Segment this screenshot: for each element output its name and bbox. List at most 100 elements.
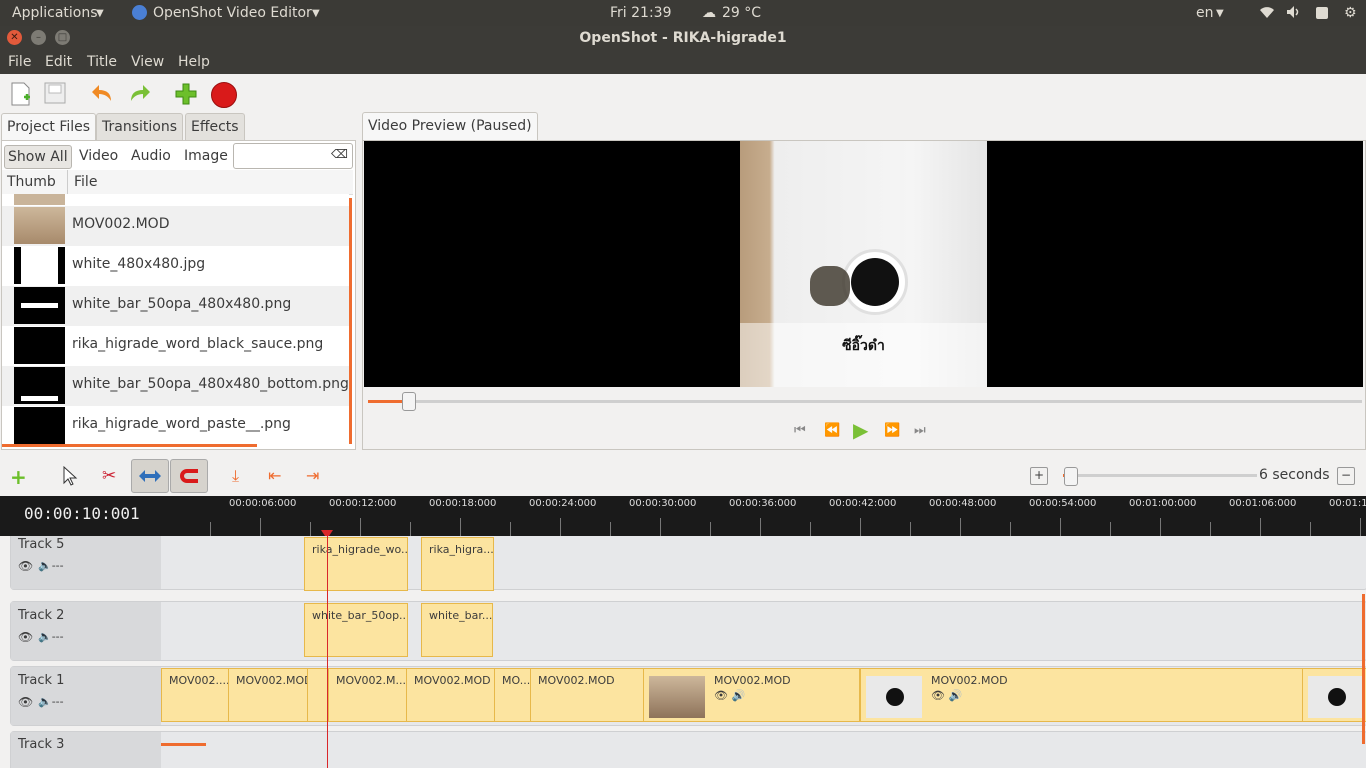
timeline-clip[interactable]: MOV002.MOD [406,668,495,722]
filter-video[interactable]: Video [76,145,121,167]
list-item[interactable]: white_bar_50opa_480x480_bottom.png [2,366,349,406]
tracks-vscrollbar[interactable] [1362,594,1365,744]
filter-image[interactable]: Image [181,145,231,167]
timeline-clip[interactable]: MOV002.MOD 👁 🔊 [860,668,1303,722]
menu-edit[interactable]: Edit [45,54,72,70]
timeline-clip[interactable]: white_bar... [421,603,493,657]
fast-forward-icon[interactable]: ⏩ [884,423,900,438]
timeline-clip[interactable]: MOV002.... [161,668,229,722]
timeline-clip[interactable]: rika_higra... [421,537,494,591]
speaker-icon[interactable]: 🔈--- [38,630,64,643]
file-list-hscrollbar[interactable] [2,444,257,447]
clear-search-icon[interactable]: ⌫ [331,147,348,161]
clock[interactable]: Fri 21:39 [610,5,671,21]
timeline-clip[interactable] [1302,668,1366,722]
ruler-tick [760,518,761,536]
redo-icon[interactable] [127,84,151,108]
video-canvas: ซีอิ๊วดำ [364,141,1363,387]
razor-icon[interactable]: ✂ [102,466,116,486]
timeline-clip[interactable]: MOV002.MOD [228,668,308,722]
ruler-tick [460,518,461,536]
eye-icon[interactable]: 👁 [18,559,33,573]
timeline-hscrollbar[interactable] [161,743,206,746]
add-marker-icon[interactable]: ⤓ [232,466,239,486]
ruler-tick-label: 00:01:06:000 [1229,498,1297,509]
tab-project-files[interactable]: Project Files [1,113,97,141]
file-search-input[interactable]: ⌫ [233,143,353,169]
list-item[interactable]: rika_higrade_word_black_sauce.png [2,326,349,366]
list-item[interactable]: white_bar_50opa_480x480.png [2,286,349,326]
snapping-magnet-button[interactable] [170,459,208,493]
settings-gear-icon[interactable]: ⚙ [1344,5,1357,21]
list-item[interactable]: MOV002.MOD [2,206,349,246]
menu-help[interactable]: Help [178,54,210,70]
play-icon[interactable]: ▶ [853,418,868,442]
clip-visibility-icon[interactable]: 👁 🔊 [714,689,745,702]
timeline-clip[interactable]: MO... [494,668,531,722]
battery-icon[interactable] [1316,7,1328,19]
jump-start-icon[interactable]: ⏮ [794,423,806,438]
timeline-clip[interactable]: rika_higrade_wo... [304,537,408,591]
timeline-ruler[interactable]: 00:00:10:001 00:00:06:000 00:00:12:000 00:… [0,496,1366,536]
speaker-icon[interactable]: 🔈--- [38,559,64,572]
app-menu[interactable]: OpenShot Video Editor [153,5,312,21]
language-indicator[interactable]: en [1196,5,1214,21]
tab-effects[interactable]: Effects [185,113,245,141]
tab-video-preview[interactable]: Video Preview (Paused) [362,112,538,140]
eye-icon[interactable]: 👁 [18,630,33,644]
add-track-icon[interactable]: + [10,465,27,489]
jump-end-icon[interactable]: ⏭ [914,423,926,438]
import-files-icon[interactable] [175,83,197,109]
undo-icon[interactable] [91,84,115,108]
menu-file[interactable]: File [8,54,31,70]
column-file[interactable]: File [74,174,97,190]
file-name: rika_higrade_word_paste__.png [72,416,291,432]
eye-icon[interactable]: 👁 [18,695,33,709]
seek-track[interactable] [368,400,1362,403]
volume-icon[interactable] [1286,5,1302,23]
speaker-icon[interactable]: 🔈--- [38,695,64,708]
playhead-line [327,536,328,768]
timeline-clip[interactable]: MOV002.MOD [530,668,644,722]
export-video-icon[interactable] [211,82,237,108]
clip-label: MOV002.MOD [538,674,615,687]
seek-handle[interactable] [402,392,416,411]
tab-transitions[interactable]: Transitions [96,113,183,141]
list-item[interactable]: white_480x480.jpg [2,246,349,286]
filter-audio[interactable]: Audio [128,145,174,167]
menu-title[interactable]: Title [87,54,117,70]
column-thumb[interactable]: Thumb [7,174,56,190]
list-item[interactable]: rika_higrade_word_paste__.png [2,406,349,446]
save-project-icon[interactable] [44,82,66,108]
clip-label: MOV002.M... [336,674,406,687]
timeline-clip[interactable]: MOV002.M... [328,668,407,722]
track-1: Track 1 👁 🔈--- MOV002.... MOV002.MOD MOV… [10,666,1366,726]
timeline-clip[interactable] [307,668,329,722]
zoom-out-icon[interactable]: − [1337,467,1355,485]
previous-marker-icon[interactable]: ⇤ [268,466,281,485]
timeline-clip[interactable]: MOV002.MOD 👁 🔊 [643,668,860,722]
menu-view[interactable]: View [131,54,164,70]
next-marker-icon[interactable]: ⇥ [306,466,319,485]
wifi-icon[interactable] [1259,5,1275,23]
filter-show-all[interactable]: Show All [4,145,72,169]
ruler-tick-label: 00:00:30:000 [629,498,697,509]
timeline-clip[interactable]: white_bar_50op... [304,603,408,657]
clip-visibility-icon[interactable]: 👁 🔊 [931,689,962,702]
zoom-slider-track[interactable] [1063,474,1257,477]
ruler-tick-label: 00:01:00:000 [1129,498,1197,509]
openshot-logo-icon [132,5,147,20]
weather-temp[interactable]: 29 °C [722,5,761,21]
ruler-tick [1260,518,1261,536]
applications-menu[interactable]: Applications [12,5,98,21]
clip-label: MOV002.MOD [714,674,791,687]
move-clip-button[interactable] [131,459,169,493]
select-pointer-icon[interactable] [62,465,78,490]
list-item[interactable] [2,194,349,206]
rewind-icon[interactable]: ⏪ [824,423,840,438]
zoom-in-icon[interactable]: + [1030,467,1048,485]
new-project-icon[interactable] [10,82,32,110]
track-name: Track 3 [18,737,65,752]
file-list-scrollbar[interactable] [349,198,352,444]
zoom-slider-handle[interactable] [1064,467,1078,486]
